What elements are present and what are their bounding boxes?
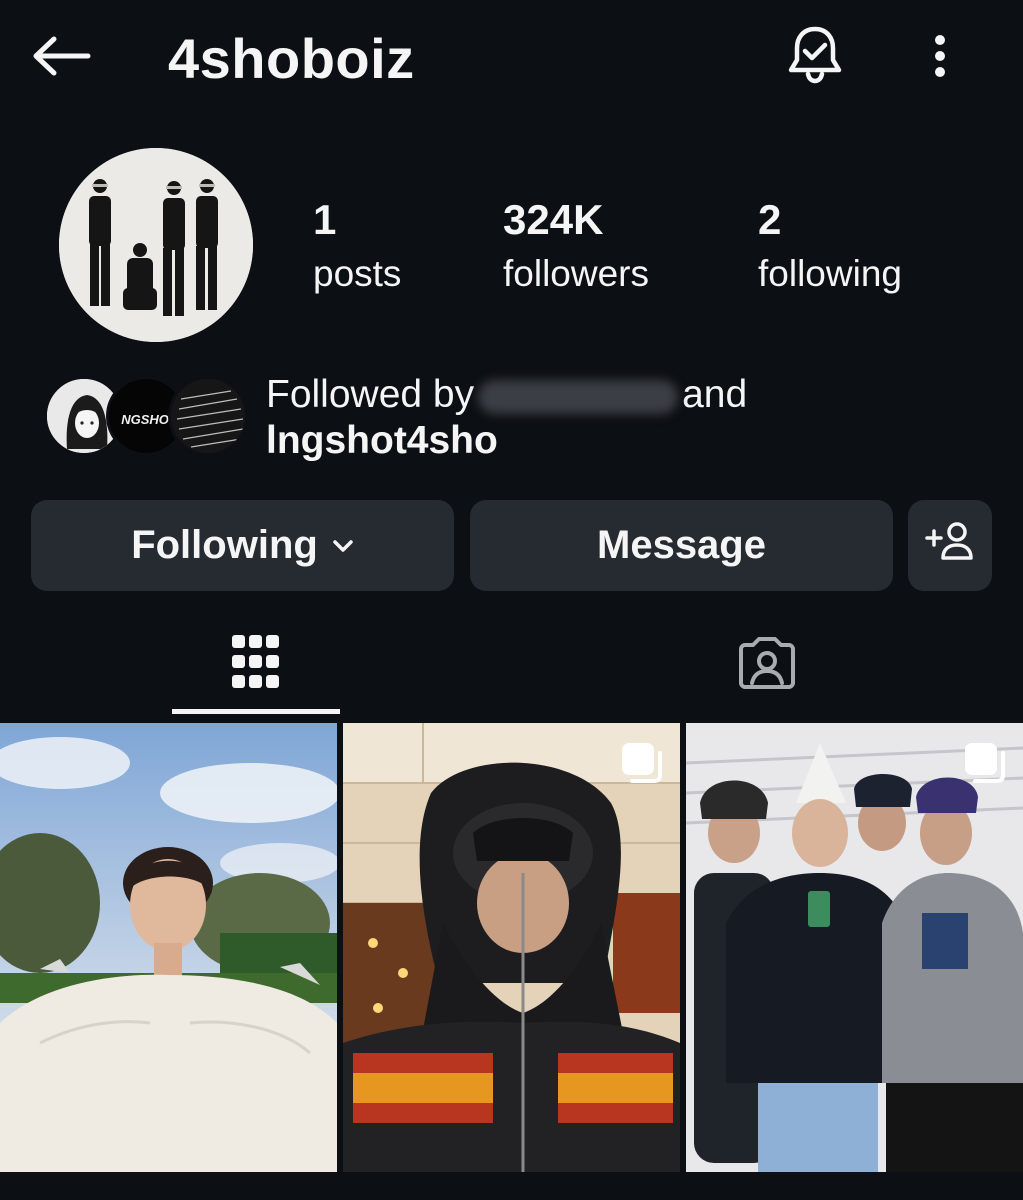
bell-check-icon xyxy=(787,24,843,89)
tagged-portrait-icon xyxy=(737,633,797,696)
carousel-icon xyxy=(961,739,1009,792)
following-count[interactable]: 2 following xyxy=(758,196,902,300)
post-photo-1 xyxy=(0,723,337,1172)
message-button[interactable]: Message xyxy=(470,500,893,591)
following-label: following xyxy=(758,253,902,294)
profile-header: 4shoboiz xyxy=(0,0,1023,120)
followed-by-prefix: Followed by xyxy=(266,373,475,416)
followers-count[interactable]: 324K followers xyxy=(503,196,649,300)
more-vertical-icon xyxy=(934,34,946,83)
followed-by-text[interactable]: Followed by and lngshot4sho xyxy=(266,372,747,464)
chevron-down-icon xyxy=(332,539,354,553)
followed-by-suffix: and xyxy=(682,373,748,416)
blurred-username xyxy=(478,379,679,414)
posts-count[interactable]: 1 posts xyxy=(313,196,401,300)
tab-posts-grid[interactable] xyxy=(172,612,340,716)
posts-label: posts xyxy=(313,253,402,294)
following-value: 2 xyxy=(758,196,782,243)
profile-tabs xyxy=(0,612,1023,716)
more-options-button[interactable] xyxy=(916,30,964,86)
notifications-button[interactable] xyxy=(783,24,847,88)
mutual-followers-avatars[interactable]: NGSHOT xyxy=(44,376,248,458)
following-button[interactable]: Following xyxy=(31,500,454,591)
mutual-username: lngshot4sho xyxy=(266,419,498,462)
back-button[interactable] xyxy=(30,30,94,86)
followers-value: 324K xyxy=(503,196,604,243)
suggested-users-button[interactable] xyxy=(908,500,992,591)
arrow-left-icon xyxy=(32,36,92,81)
following-button-label: Following xyxy=(131,523,318,567)
profile-avatar[interactable] xyxy=(59,148,253,342)
profile-username: 4shoboiz xyxy=(168,27,415,90)
posts-grid xyxy=(0,723,1023,1173)
add-person-icon xyxy=(925,521,975,571)
profile-photo xyxy=(59,148,253,342)
followers-label: followers xyxy=(503,253,649,294)
carousel-icon xyxy=(618,739,666,792)
grid-icon xyxy=(231,633,281,696)
active-tab-indicator xyxy=(172,709,340,714)
posts-value: 1 xyxy=(313,196,337,243)
tab-tagged[interactable] xyxy=(683,612,851,716)
post-thumbnail-3[interactable] xyxy=(686,723,1023,1172)
mutual-avatar-3 xyxy=(168,376,248,456)
post-thumbnail-1[interactable] xyxy=(0,723,337,1172)
message-button-label: Message xyxy=(597,523,766,567)
post-thumbnail-2[interactable] xyxy=(343,723,680,1172)
